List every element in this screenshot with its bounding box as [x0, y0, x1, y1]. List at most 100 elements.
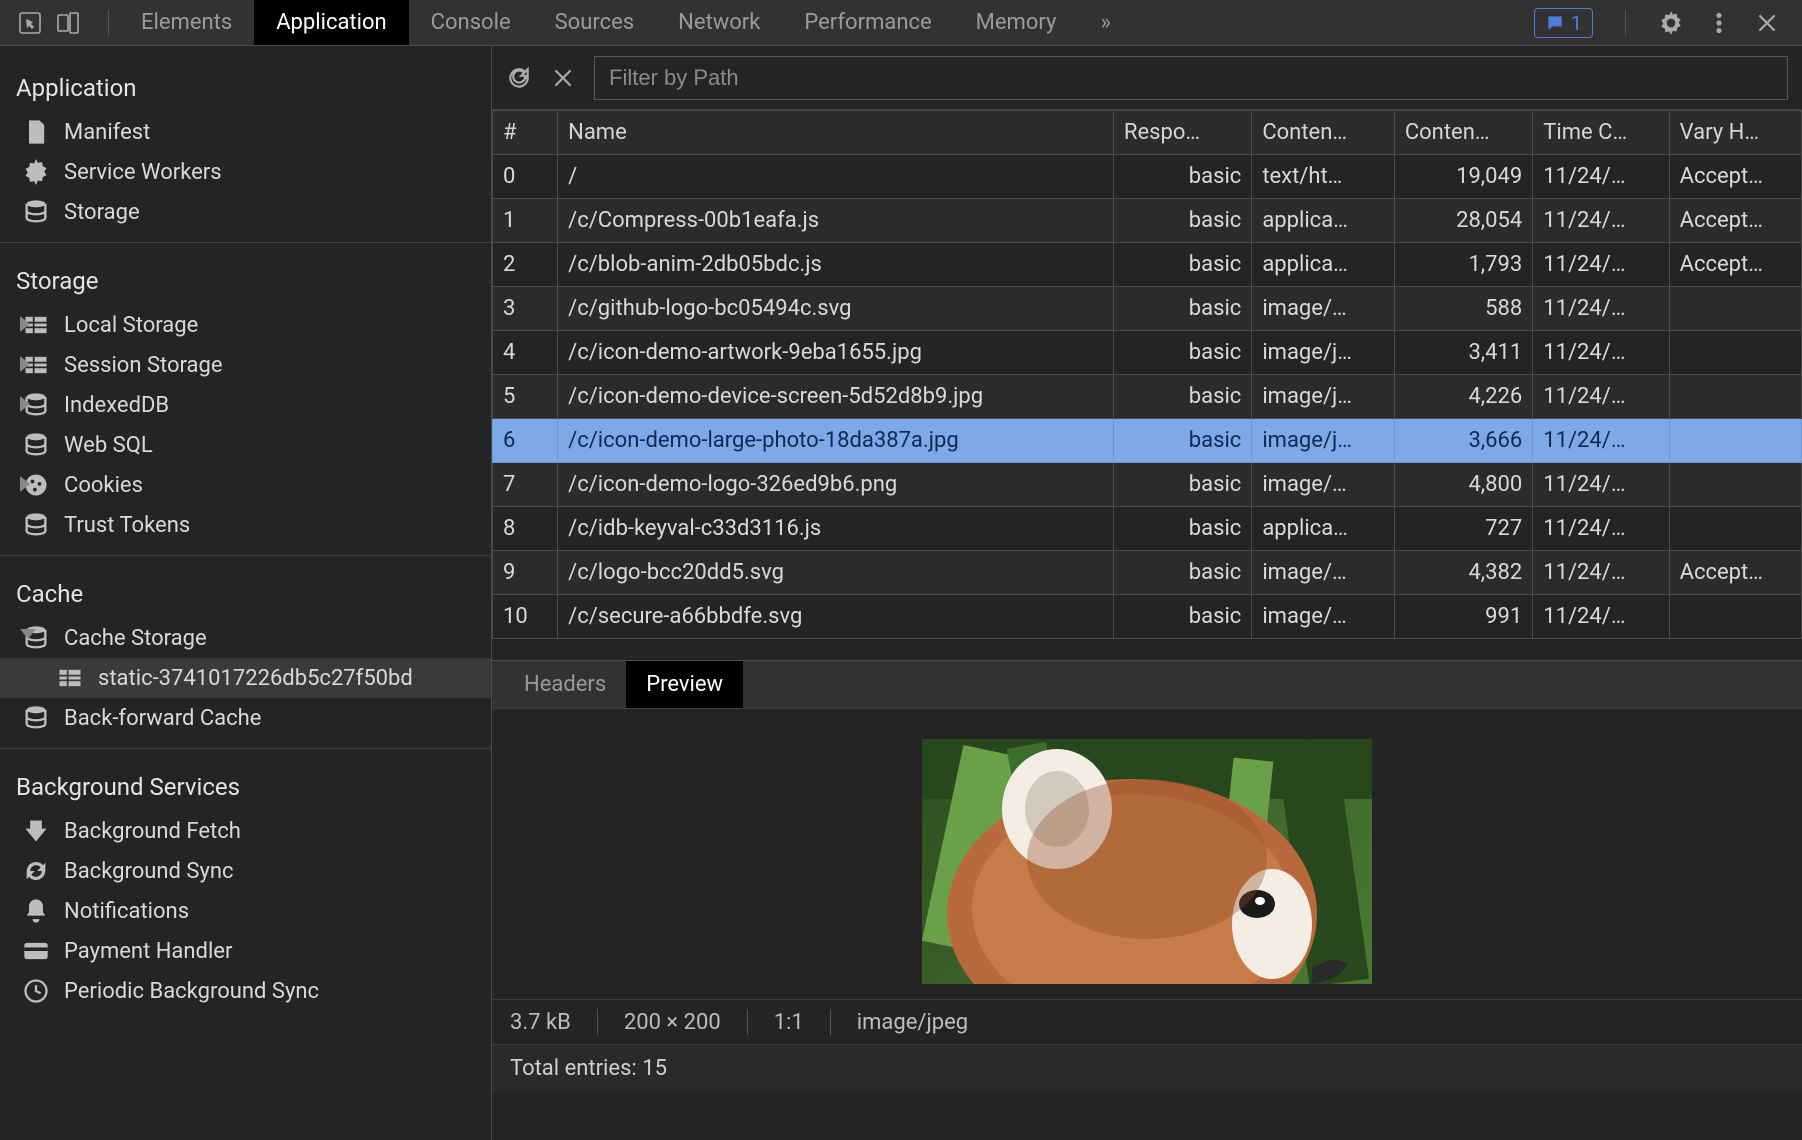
col-index[interactable]: #: [493, 111, 558, 155]
cell-index: 3: [493, 287, 558, 331]
sidebar-item-label: Payment Handler: [64, 939, 232, 964]
tab-more[interactable]: »: [1078, 0, 1132, 45]
table-row[interactable]: 1/c/Compress-00b1eafa.jsbasicapplica…28,…: [493, 199, 1802, 243]
cell-vary: [1669, 507, 1801, 551]
sidebar-item-payment-handler[interactable]: Payment Handler: [0, 931, 491, 971]
sidebar-item-cookies[interactable]: Cookies: [0, 465, 491, 505]
tab-elements[interactable]: Elements: [119, 0, 254, 45]
sidebar-item-periodic-sync[interactable]: Periodic Background Sync: [0, 971, 491, 1011]
table-row[interactable]: 9/c/logo-bcc20dd5.svgbasicimage/…4,38211…: [493, 551, 1802, 595]
cell-index: 5: [493, 375, 558, 419]
table-row[interactable]: 5/c/icon-demo-device-screen-5d52d8b9.jpg…: [493, 375, 1802, 419]
col-content-length[interactable]: Conten…: [1394, 111, 1532, 155]
total-entries-footer: Total entries: 15: [492, 1045, 1802, 1091]
sidebar-item-manifest[interactable]: Manifest: [0, 112, 491, 152]
cell-index: 1: [493, 199, 558, 243]
tab-network[interactable]: Network: [656, 0, 782, 45]
collapse-icon[interactable]: [20, 629, 36, 639]
section-application: Application: [0, 56, 491, 112]
cell-vary: Accept…: [1669, 199, 1801, 243]
cell-vary: [1669, 595, 1801, 639]
table-row[interactable]: 6/c/icon-demo-large-photo-18da387a.jpgba…: [493, 419, 1802, 463]
cell-time: 11/24/…: [1533, 375, 1669, 419]
cell-name: /c/icon-demo-large-photo-18da387a.jpg: [558, 419, 1114, 463]
expand-icon[interactable]: [20, 316, 30, 332]
cell-index: 9: [493, 551, 558, 595]
tab-console[interactable]: Console: [409, 0, 533, 45]
cell-name: /: [558, 155, 1114, 199]
cell-time: 11/24/…: [1533, 463, 1669, 507]
expand-icon[interactable]: [20, 476, 30, 492]
col-time-cached[interactable]: Time C…: [1533, 111, 1669, 155]
sidebar-item-web-sql[interactable]: Web SQL: [0, 425, 491, 465]
tab-performance[interactable]: Performance: [782, 0, 953, 45]
cell-time: 11/24/…: [1533, 419, 1669, 463]
filter-input[interactable]: [594, 56, 1788, 100]
table-row[interactable]: 8/c/idb-keyval-c33d3116.jsbasicapplica…7…: [493, 507, 1802, 551]
cell-response: basic: [1113, 595, 1251, 639]
clock-icon: [22, 977, 50, 1005]
sidebar-item-cache-storage[interactable]: Cache Storage: [0, 618, 491, 658]
cell-content-type: image/j…: [1252, 419, 1395, 463]
cell-time: 11/24/…: [1533, 331, 1669, 375]
cell-vary: [1669, 331, 1801, 375]
device-toolbar-icon[interactable]: [56, 11, 80, 35]
close-devtools-icon[interactable]: [1754, 10, 1780, 36]
cell-content-type: applica…: [1252, 243, 1395, 287]
sidebar-item-indexeddb[interactable]: IndexedDB: [0, 385, 491, 425]
cell-time: 11/24/…: [1533, 155, 1669, 199]
expand-icon[interactable]: [20, 356, 30, 372]
sidebar-item-service-workers[interactable]: Service Workers: [0, 152, 491, 192]
settings-gear-icon[interactable]: [1658, 10, 1684, 36]
sidebar-item-notifications[interactable]: Notifications: [0, 891, 491, 931]
col-name[interactable]: Name: [558, 111, 1114, 155]
credit-card-icon: [22, 937, 50, 965]
sidebar-item-label: Notifications: [64, 899, 189, 924]
table-row[interactable]: 0/basictext/ht…19,04911/24/…Accept…: [493, 155, 1802, 199]
col-response[interactable]: Respo…: [1113, 111, 1251, 155]
cell-name: /c/logo-bcc20dd5.svg: [558, 551, 1114, 595]
preview-image: [922, 739, 1372, 984]
cell-content-type: image/…: [1252, 551, 1395, 595]
cell-response: basic: [1113, 463, 1251, 507]
sidebar-item-back-forward-cache[interactable]: Back-forward Cache: [0, 698, 491, 738]
cell-content-length: 588: [1394, 287, 1532, 331]
cell-content-length: 3,666: [1394, 419, 1532, 463]
sidebar-item-label: IndexedDB: [64, 393, 169, 418]
refresh-icon[interactable]: [506, 65, 532, 91]
clear-icon[interactable]: [550, 65, 576, 91]
cell-response: basic: [1113, 375, 1251, 419]
sidebar-item-background-fetch[interactable]: Background Fetch: [0, 811, 491, 851]
col-vary-header[interactable]: Vary H…: [1669, 111, 1801, 155]
console-message-badge[interactable]: 1: [1534, 8, 1593, 38]
kebab-menu-icon[interactable]: [1706, 10, 1732, 36]
tab-memory[interactable]: Memory: [954, 0, 1079, 45]
col-content-type[interactable]: Conten…: [1252, 111, 1395, 155]
expand-icon[interactable]: [20, 396, 30, 412]
table-row[interactable]: 7/c/icon-demo-logo-326ed9b6.pngbasicimag…: [493, 463, 1802, 507]
gear-icon: [22, 158, 50, 186]
inspect-element-icon[interactable]: [18, 11, 42, 35]
sidebar-item-session-storage[interactable]: Session Storage: [0, 345, 491, 385]
cell-name: /c/github-logo-bc05494c.svg: [558, 287, 1114, 331]
sidebar-item-storage[interactable]: Storage: [0, 192, 491, 232]
detail-tab-headers[interactable]: Headers: [504, 661, 626, 708]
table-row[interactable]: 4/c/icon-demo-artwork-9eba1655.jpgbasici…: [493, 331, 1802, 375]
sidebar-item-trust-tokens[interactable]: Trust Tokens: [0, 505, 491, 545]
table-row[interactable]: 3/c/github-logo-bc05494c.svgbasicimage/……: [493, 287, 1802, 331]
sidebar-item-background-sync[interactable]: Background Sync: [0, 851, 491, 891]
sidebar-item-cache-entry[interactable]: static-3741017226db5c27f50bd: [0, 658, 491, 698]
database-icon: [22, 431, 50, 459]
cell-name: /c/icon-demo-device-screen-5d52d8b9.jpg: [558, 375, 1114, 419]
table-row[interactable]: 10/c/secure-a66bbdfe.svgbasicimage/…9911…: [493, 595, 1802, 639]
detail-tab-preview[interactable]: Preview: [626, 661, 743, 708]
info-ratio: 1:1: [774, 1010, 804, 1035]
table-row[interactable]: 2/c/blob-anim-2db05bdc.jsbasicapplica…1,…: [493, 243, 1802, 287]
preview-tab-strip: Headers Preview: [492, 661, 1802, 709]
tab-application[interactable]: Application: [254, 0, 408, 45]
cell-content-type: applica…: [1252, 507, 1395, 551]
footer-value: 15: [642, 1056, 667, 1081]
cell-vary: [1669, 419, 1801, 463]
tab-sources[interactable]: Sources: [533, 0, 657, 45]
sidebar-item-local-storage[interactable]: Local Storage: [0, 305, 491, 345]
